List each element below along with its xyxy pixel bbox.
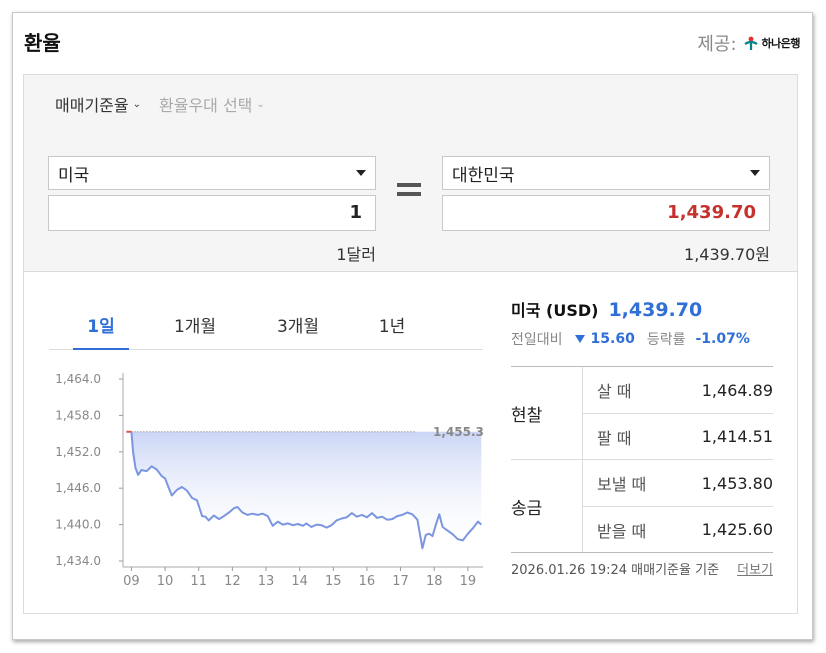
- x-tick-label: 15: [325, 574, 342, 589]
- rate-value: 1,425.60: [701, 520, 773, 539]
- filter-base-rate-label: 매매기준율: [55, 96, 129, 115]
- hana-logo-icon: [743, 36, 758, 50]
- y-tick-label: 1,434.0: [55, 554, 101, 568]
- hana-bank-logo[interactable]: 하나은행: [743, 35, 801, 51]
- rate-group-remittance: 송금 보낼 때 1,453.80 받을 때 1,425.60: [511, 460, 773, 552]
- period-tabs: 1일 1개월 3개월 1년: [49, 296, 483, 350]
- rate-label: 살 때: [597, 382, 632, 401]
- change-value: 15.60: [590, 331, 635, 347]
- exchange-rate-chart[interactable]: 1,464.0 1,458.0 1,452.0 1,446.0 1,440.0 1,434…: [47, 363, 487, 593]
- provider-info: 제공: 하나은행: [697, 30, 800, 56]
- rate-value: 1,464.89: [701, 380, 773, 400]
- rate-value: 1,414.51: [701, 427, 773, 446]
- more-link[interactable]: 더보기: [737, 559, 773, 578]
- x-tick-label: 11: [190, 574, 207, 589]
- rate-label: 받을 때: [597, 521, 647, 541]
- footer-basis: 2026.01.26 19:24 매매기준율 기준: [511, 559, 719, 578]
- x-tick-label: 12: [224, 574, 241, 589]
- prev-day-label: 전일대비: [511, 332, 563, 348]
- rate-label: 보낼 때: [597, 475, 647, 494]
- converter-panel: 매매기준율 ⌄ 환율우대 선택 ⌄ 미국 1 1달러 대한민국 1,439.70…: [23, 74, 798, 614]
- y-tick-label: 1,452.0: [55, 445, 101, 459]
- rate-row: 보낼 때 1,453.80: [583, 460, 773, 506]
- change-row: 전일대비 15.60 등락률 -1.07%: [511, 329, 773, 349]
- from-unit-text: 1달러: [336, 245, 376, 264]
- rate-group-cash: 현찰 살 때 1,464.89 팔 때 1,414.51: [511, 367, 773, 460]
- y-tick-label: 1,464.0: [55, 372, 101, 386]
- provider-label: 제공:: [697, 34, 737, 55]
- y-tick-label: 1,440.0: [55, 518, 101, 532]
- current-rate-info: 미국 (USD) 1,439.70 전일대비 15.60 등락률 -1.07%: [511, 297, 773, 349]
- reference-label: 1,455.3: [433, 425, 484, 439]
- converter-top: 매매기준율 ⌄ 환율우대 선택 ⌄ 미국 1 1달러 대한민국 1,439.70…: [24, 75, 797, 272]
- x-tick-label: 19: [460, 574, 477, 589]
- area-fill: [131, 431, 482, 549]
- dropdown-arrow-icon: [356, 170, 366, 176]
- to-country-select[interactable]: 대한민국: [442, 156, 770, 190]
- currency-name: 미국 (USD): [511, 301, 599, 320]
- filter-preferential-rate-label: 환율우대 선택: [159, 96, 253, 115]
- rate-table: 현찰 살 때 1,464.89 팔 때 1,414.51 송금 보낼 때 1,4…: [511, 366, 773, 553]
- down-arrow-icon: [574, 335, 585, 343]
- x-tick-label: 13: [258, 574, 275, 589]
- timestamp: 2026.01.26 19:24: [511, 563, 628, 578]
- fluctuation-rate: -1.07%: [695, 331, 750, 347]
- dropdown-arrow-icon: [750, 170, 760, 176]
- x-tick-label: 18: [426, 574, 443, 589]
- equals-icon: [397, 183, 421, 201]
- tab-1-year[interactable]: 1년: [352, 312, 432, 337]
- tab-3-months[interactable]: 3개월: [258, 312, 338, 337]
- basis-label: 매매기준율 기준: [631, 563, 720, 578]
- from-country-select[interactable]: 미국: [48, 156, 376, 190]
- rate-row: 팔 때 1,414.51: [583, 413, 773, 459]
- filter-base-rate[interactable]: 매매기준율 ⌄: [55, 92, 141, 116]
- x-tick-label: 16: [359, 574, 376, 589]
- group-label: 송금: [511, 460, 583, 552]
- fluctuation-label: 등락률: [646, 332, 686, 348]
- filter-preferential-rate[interactable]: 환율우대 선택 ⌄: [159, 92, 265, 116]
- widget-title: 환율: [24, 31, 61, 55]
- footer: 2026.01.26 19:24 매매기준율 기준 더보기: [511, 559, 773, 578]
- x-tick-label: 14: [291, 574, 308, 589]
- provider-name: 하나은행: [761, 37, 801, 50]
- rate-label: 팔 때: [597, 428, 632, 448]
- tab-1-month[interactable]: 1개월: [155, 312, 235, 337]
- tab-1-day[interactable]: 1일: [61, 312, 141, 337]
- to-unit-text: 1,439.70원: [684, 245, 770, 264]
- to-country-value: 대한민국: [452, 165, 515, 186]
- active-tab-indicator: [73, 348, 129, 350]
- current-rate-row: 미국 (USD) 1,439.70: [511, 297, 773, 321]
- chevron-down-icon: ⌄: [256, 98, 265, 110]
- from-country-value: 미국: [58, 165, 90, 186]
- chevron-down-icon: ⌄: [132, 98, 141, 110]
- y-tick-label: 1,458.0: [55, 408, 101, 422]
- rate-value: 1,453.80: [701, 473, 773, 493]
- to-amount-input[interactable]: 1,439.70: [442, 195, 770, 231]
- rate-row: 받을 때 1,425.60: [583, 506, 773, 552]
- group-label: 현찰: [511, 367, 583, 459]
- filter-row: 매매기준율 ⌄ 환율우대 선택 ⌄: [55, 92, 265, 116]
- current-rate-value: 1,439.70: [608, 299, 703, 321]
- x-tick-label: 09: [123, 574, 140, 589]
- x-tick-label: 17: [392, 574, 409, 589]
- from-amount-input[interactable]: 1: [48, 195, 376, 231]
- rate-row: 살 때 1,464.89: [583, 367, 773, 413]
- y-tick-label: 1,446.0: [55, 481, 101, 495]
- x-tick-label: 10: [157, 574, 174, 589]
